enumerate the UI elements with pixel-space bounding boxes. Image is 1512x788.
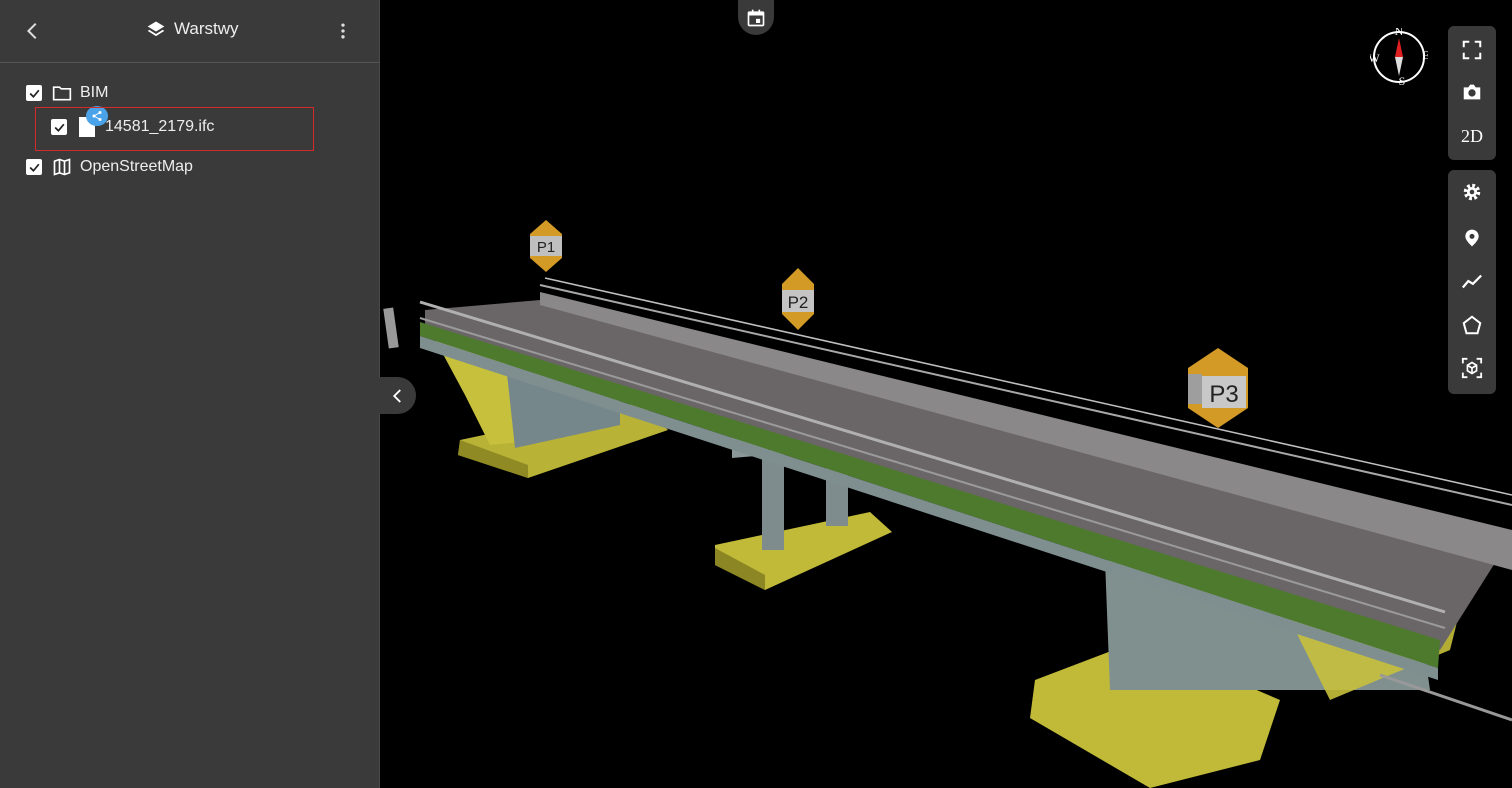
svg-text:P3: P3 (1209, 381, 1238, 408)
layer-label: OpenStreetMap (80, 158, 193, 175)
layer-row-openstreetmap[interactable]: OpenStreetMap (26, 150, 193, 184)
layer-checkbox[interactable] (51, 119, 67, 135)
check-icon (29, 163, 39, 172)
more-options-button[interactable] (326, 14, 360, 48)
bridge-model (383, 277, 1512, 788)
location-button[interactable] (1448, 218, 1496, 258)
shared-badge (86, 106, 108, 126)
layer-label: BIM (80, 84, 109, 101)
fullscreen-button[interactable] (1448, 30, 1496, 70)
calendar-icon (747, 9, 765, 26)
collapse-panel-button[interactable] (379, 377, 416, 414)
layer-row-ifc-file[interactable]: 14581_2179.ifc (51, 110, 214, 144)
layers-panel: Warstwy BIM 14581_2179.ifc OpenStreetMap (0, 0, 380, 788)
layer-checkbox[interactable] (26, 159, 42, 175)
chevron-left-icon (392, 388, 401, 403)
svg-text:N: N (1395, 28, 1404, 38)
layer-row-bim[interactable]: BIM (26, 76, 108, 110)
folder-icon (52, 83, 72, 103)
svg-text:W: W (1370, 51, 1380, 65)
2d-view-label: 2D (1461, 125, 1483, 146)
layer-label: 14581_2179.ifc (105, 118, 215, 135)
svg-text:E: E (1422, 48, 1428, 62)
svg-text:P1: P1 (537, 239, 555, 256)
pier-marker-p3: P3 (1188, 348, 1248, 428)
page-title-label: Warstwy (174, 19, 239, 38)
settings-button[interactable] (1448, 172, 1496, 212)
svg-text:S: S (1399, 74, 1406, 86)
layer-checkbox[interactable] (26, 85, 42, 101)
layers-icon (147, 21, 165, 37)
tools-toolbar (1448, 170, 1496, 394)
2d-view-button[interactable]: 2D (1448, 116, 1496, 156)
view-toolbar: 2D (1448, 26, 1496, 160)
check-icon (29, 89, 39, 98)
back-button[interactable] (16, 14, 50, 48)
map-icon (52, 157, 72, 177)
polyline-icon (1461, 274, 1482, 289)
fullscreen-icon (1462, 40, 1482, 60)
gear-icon (1463, 183, 1481, 201)
pier-marker-p1: P1 (530, 220, 562, 272)
page-title: Warstwy (146, 19, 239, 39)
share-icon (92, 111, 102, 121)
screenshot-button[interactable] (1448, 72, 1496, 112)
check-icon (54, 123, 64, 132)
calendar-button[interactable] (738, 0, 774, 35)
3d-cube-icon (1461, 357, 1483, 379)
layers-panel-header: Warstwy (0, 0, 379, 63)
compass[interactable]: N E S W (1370, 28, 1428, 86)
3d-viewport[interactable]: P1 P2 P3 (380, 0, 1512, 788)
polyline-button[interactable] (1448, 262, 1496, 302)
polygon-icon (1462, 315, 1482, 335)
more-vertical-icon (341, 23, 345, 39)
camera-icon (1463, 84, 1481, 100)
polygon-button[interactable] (1448, 305, 1496, 345)
3d-object-button[interactable] (1448, 348, 1496, 388)
pier-marker-p2: P2 (782, 268, 814, 330)
location-pin-icon (1465, 229, 1479, 247)
back-arrow-icon (26, 22, 37, 40)
svg-text:P2: P2 (788, 293, 809, 312)
